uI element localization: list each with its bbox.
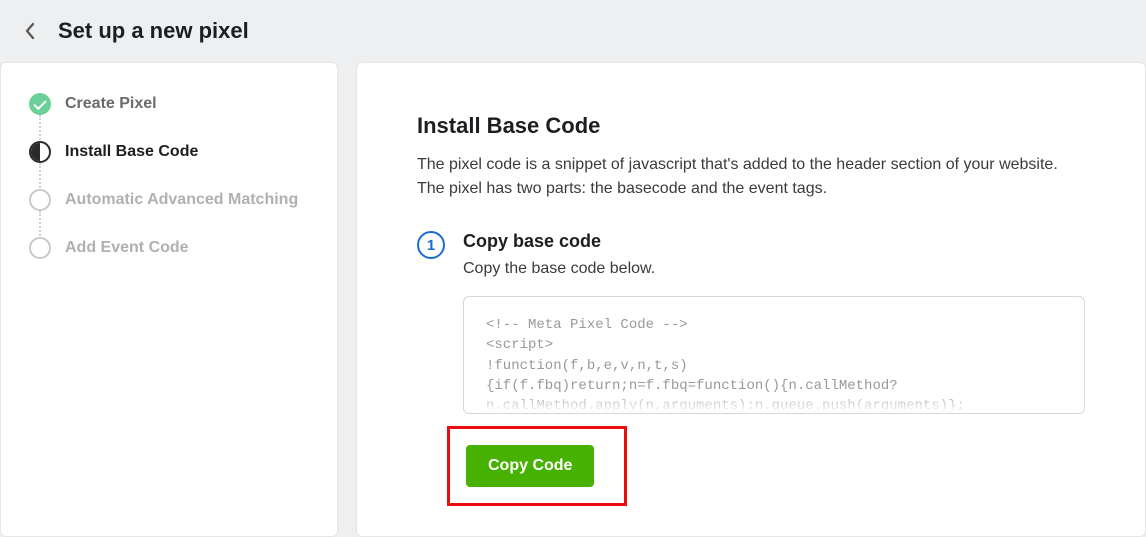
- main-description: The pixel code is a snippet of javascrip…: [417, 153, 1085, 201]
- step-label: Install Base Code: [65, 143, 198, 161]
- substep-title: Copy base code: [463, 231, 1085, 252]
- check-circle-icon: [29, 93, 51, 115]
- substep-description: Copy the base code below.: [463, 260, 1085, 278]
- step-install-base-code[interactable]: Install Base Code: [29, 141, 309, 189]
- step-label: Automatic Advanced Matching: [65, 191, 298, 209]
- empty-circle-icon: [29, 189, 51, 211]
- step-label: Create Pixel: [65, 95, 157, 113]
- page-title: Set up a new pixel: [58, 18, 249, 44]
- copy-code-button[interactable]: Copy Code: [466, 445, 594, 487]
- steps-sidebar: Create Pixel Install Base Code Automatic…: [0, 62, 338, 537]
- back-icon[interactable]: [20, 21, 40, 41]
- half-circle-icon: [29, 141, 51, 163]
- main-panel: Install Base Code The pixel code is a sn…: [356, 62, 1146, 537]
- step-add-event-code[interactable]: Add Event Code: [29, 237, 309, 259]
- step-create-pixel[interactable]: Create Pixel: [29, 93, 309, 141]
- code-snippet-box[interactable]: <!-- Meta Pixel Code --> <script> !funct…: [463, 296, 1085, 414]
- step-automatic-advanced-matching[interactable]: Automatic Advanced Matching: [29, 189, 309, 237]
- copy-button-highlight: Copy Code: [447, 426, 627, 506]
- step-label: Add Event Code: [65, 239, 189, 257]
- main-title: Install Base Code: [417, 113, 1085, 139]
- empty-circle-icon: [29, 237, 51, 259]
- substep-number-badge: 1: [417, 231, 445, 259]
